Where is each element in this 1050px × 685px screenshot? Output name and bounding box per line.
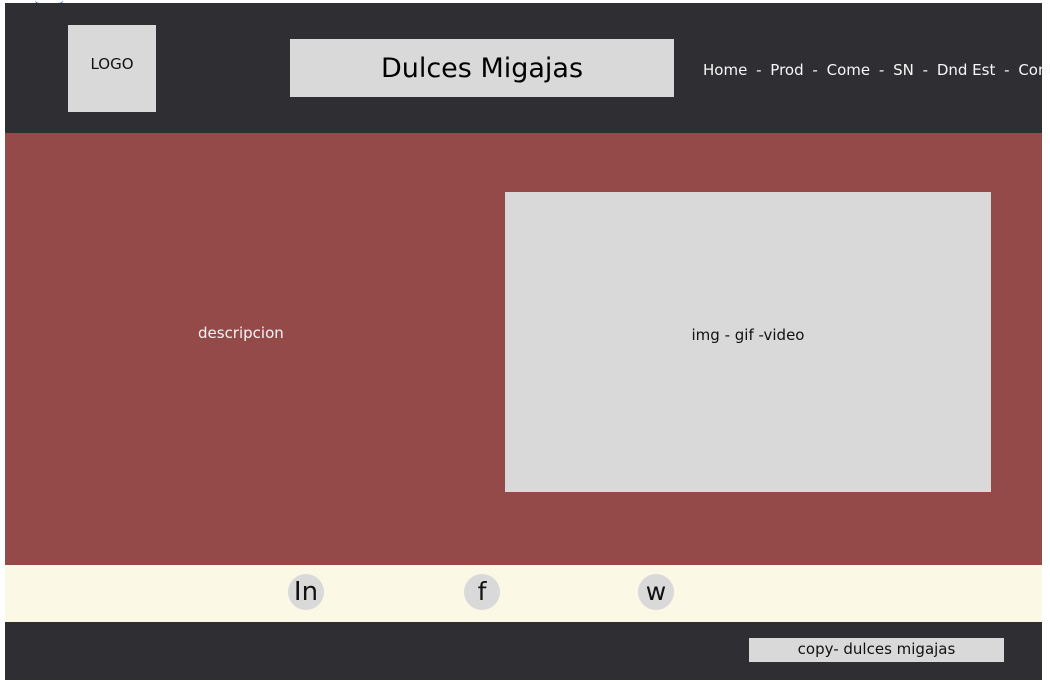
nav-comments-link[interactable]: Come bbox=[827, 60, 871, 80]
linkedin-icon[interactable]: In bbox=[288, 574, 324, 610]
nav-social-networks-link[interactable]: SN bbox=[893, 60, 914, 80]
nav-contact-link[interactable]: Cont bbox=[1018, 60, 1050, 80]
copyright-text: copy- dulces migajas bbox=[749, 638, 1004, 662]
landing-page-mockup: LOGO Dulces Migajas Home - Prod - Come -… bbox=[5, 3, 1050, 680]
nav-separator: - bbox=[756, 61, 762, 79]
nav-separator: - bbox=[922, 61, 929, 79]
hero-media-placeholder: img - gif -video bbox=[505, 192, 991, 492]
site-title-box: Dulces Migajas bbox=[290, 39, 674, 97]
hero-description: descripcion bbox=[198, 324, 284, 342]
facebook-icon[interactable]: f bbox=[464, 574, 500, 610]
social-links-bar: In f w bbox=[5, 565, 1042, 622]
hero-section: descripcion img - gif -video bbox=[5, 133, 1042, 565]
logo-placeholder[interactable]: LOGO bbox=[68, 25, 156, 112]
site-header: LOGO Dulces Migajas Home - Prod - Come -… bbox=[5, 3, 1050, 133]
nav-separator: - bbox=[878, 61, 885, 79]
main-navigation: Home - Prod - Come - SN - Dnd Est - Cont bbox=[703, 60, 1050, 82]
nav-home-link[interactable]: Home bbox=[703, 60, 747, 80]
nav-products-link[interactable]: Prod bbox=[770, 60, 803, 80]
whatsapp-icon[interactable]: w bbox=[638, 574, 674, 610]
nav-locations-link[interactable]: Dnd Est bbox=[937, 60, 996, 80]
site-footer: copy- dulces migajas bbox=[5, 622, 1042, 680]
nav-separator: - bbox=[812, 61, 818, 79]
nav-separator: - bbox=[1004, 61, 1010, 79]
